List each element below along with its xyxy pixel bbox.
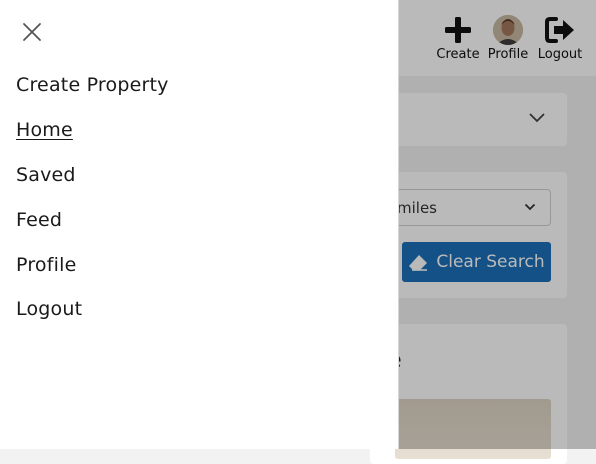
drawer-item-home[interactable]: Home	[16, 119, 73, 141]
drawer-item-logout[interactable]: Logout	[16, 298, 82, 320]
close-icon[interactable]	[20, 20, 44, 44]
drawer-item-saved[interactable]: Saved	[16, 164, 76, 186]
drawer-item-create-property[interactable]: Create Property	[16, 74, 169, 96]
drawer-item-feed[interactable]: Feed	[16, 209, 62, 231]
side-drawer: Create Property Home Saved Feed Profile …	[0, 0, 399, 449]
drawer-item-profile[interactable]: Profile	[16, 254, 76, 276]
